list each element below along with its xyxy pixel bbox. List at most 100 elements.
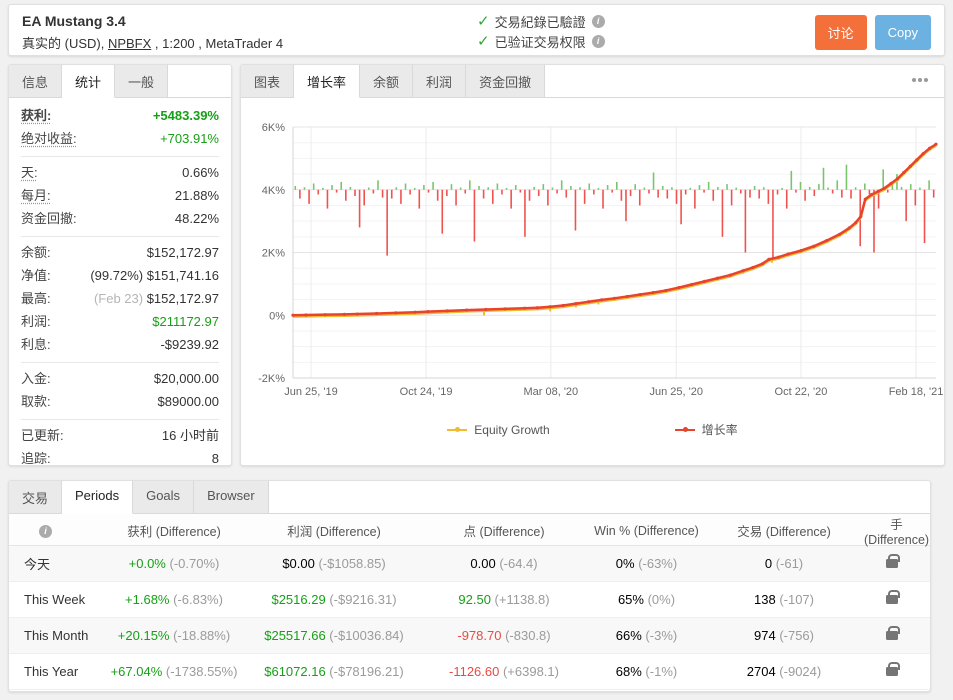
value-cell: -1126.60 (+6398.1) bbox=[419, 664, 589, 679]
growth-line-marker bbox=[877, 190, 880, 193]
stat-label[interactable]: 每月: bbox=[21, 185, 51, 204]
info-icon[interactable]: i bbox=[592, 35, 605, 48]
stat-label[interactable]: 绝对收益: bbox=[21, 128, 77, 147]
stats-tabs: 信息 统计 一般 bbox=[9, 65, 231, 98]
stat-value: -$9239.92 bbox=[160, 337, 219, 352]
cell-value: +67.04% bbox=[111, 664, 163, 679]
cell-difference: (+6398.1) bbox=[499, 664, 559, 679]
table-row: This Week+1.68% (-6.83%)$2516.29 (-$9216… bbox=[9, 582, 930, 618]
stat-label[interactable]: 天: bbox=[21, 162, 38, 181]
legend-item[interactable]: Equity Growth bbox=[447, 421, 549, 438]
cell-value: -978.70 bbox=[457, 628, 501, 643]
legend-swatch-icon bbox=[447, 429, 467, 431]
tab-statistics[interactable]: 统计 bbox=[62, 65, 115, 98]
cell-value: 68% bbox=[616, 664, 642, 679]
stat-label: 最高: bbox=[21, 288, 51, 307]
x-axis-label: Jun 25, '20 bbox=[649, 386, 702, 398]
growth-line-marker bbox=[934, 143, 937, 146]
account-header: EA Mustang 3.4 真实的 (USD), NPBFX , 1:200 … bbox=[8, 4, 945, 56]
tab-drawdown[interactable]: 资金回撤 bbox=[466, 65, 545, 97]
cell-value: +0.0% bbox=[129, 556, 166, 571]
growth-line-marker bbox=[356, 312, 359, 315]
growth-line-marker bbox=[729, 273, 732, 276]
stat-row: 最高:(Feb 23) $152,172.97 bbox=[21, 288, 219, 311]
lock-icon[interactable] bbox=[886, 559, 898, 568]
lock-icon[interactable] bbox=[886, 595, 898, 604]
growth-line-marker bbox=[716, 277, 719, 280]
tab-general[interactable]: 一般 bbox=[115, 65, 168, 97]
stat-row: 获利:+5483.39% bbox=[21, 105, 219, 128]
cell-difference: (+1138.8) bbox=[491, 592, 550, 607]
lock-icon[interactable] bbox=[886, 631, 898, 640]
info-icon[interactable]: i bbox=[39, 525, 52, 538]
tab-browser[interactable]: Browser bbox=[194, 481, 269, 513]
tab-goals[interactable]: Goals bbox=[133, 481, 194, 513]
growth-line-marker bbox=[854, 221, 857, 224]
x-axis-label: Oct 24, '19 bbox=[400, 386, 453, 398]
lock-icon[interactable] bbox=[886, 667, 898, 676]
growth-line-marker bbox=[375, 312, 378, 315]
tab-info[interactable]: 信息 bbox=[9, 65, 62, 97]
stat-label: 利润: bbox=[21, 311, 51, 330]
growth-line-marker bbox=[838, 233, 841, 236]
legend-label: Equity Growth bbox=[474, 423, 549, 437]
tab-profit[interactable]: 利润 bbox=[413, 65, 466, 97]
chart-panel: 图表 增长率 余额 利润 资金回撤 -2K%0%2K%4K%6K%Jun 25,… bbox=[240, 64, 945, 466]
col-pips: 点 (Difference) bbox=[419, 521, 589, 540]
growth-line-marker bbox=[613, 297, 616, 300]
growth-line bbox=[293, 144, 936, 315]
stat-value: 8 bbox=[212, 451, 219, 466]
stat-row: 每月:21.88% bbox=[21, 185, 219, 208]
stats-panel: 信息 统计 一般 获利:+5483.39%绝对收益: +703.91% 天: 0.66… bbox=[8, 64, 232, 466]
growth-line-marker bbox=[922, 152, 925, 155]
chart-tabs: 图表 增长率 余额 利润 资金回撤 bbox=[241, 65, 944, 98]
growth-line-marker bbox=[600, 298, 603, 301]
growth-line-marker bbox=[742, 269, 745, 272]
tab-trades[interactable]: 交易 bbox=[9, 481, 62, 513]
growth-line-marker bbox=[446, 309, 449, 312]
x-axis-label: Jun 25, '19 bbox=[284, 386, 337, 398]
cell-difference: (0%) bbox=[644, 592, 675, 607]
stat-value: $20,000.00 bbox=[154, 371, 219, 386]
cell-difference: (-6.83%) bbox=[169, 592, 222, 607]
growth-line-marker bbox=[787, 252, 790, 255]
cell-value: $0.00 bbox=[282, 556, 315, 571]
stat-label[interactable]: 获利: bbox=[21, 105, 51, 124]
stat-label: 取款: bbox=[21, 391, 51, 410]
stat-value: +703.91% bbox=[160, 131, 219, 146]
cell-value: 0.00 bbox=[470, 556, 495, 571]
stat-row: 资金回撤:48.22% bbox=[21, 208, 219, 231]
stat-value: 0.66% bbox=[182, 165, 219, 180]
value-cell: 0.00 (-64.4) bbox=[419, 556, 589, 571]
value-cell: +0.0% (-0.70%) bbox=[99, 556, 249, 571]
periods-tabs: 交易 Periods Goals Browser bbox=[9, 481, 930, 514]
growth-chart-svg[interactable]: -2K%0%2K%4K%6K%Jun 25, '19Oct 24, '19Mar… bbox=[241, 98, 944, 408]
more-options-icon[interactable] bbox=[912, 78, 916, 82]
tab-periods[interactable]: Periods bbox=[62, 481, 133, 514]
stat-value: $152,172.97 bbox=[147, 245, 219, 260]
cell-value: +1.68% bbox=[125, 592, 169, 607]
x-axis-label: Oct 22, '20 bbox=[775, 386, 828, 398]
stat-label: 余额: bbox=[21, 242, 51, 261]
check-icon: ✓ bbox=[477, 34, 490, 49]
value-cell: -978.70 (-830.8) bbox=[419, 628, 589, 643]
growth-line-marker bbox=[426, 310, 429, 313]
legend-item[interactable]: 增长率 bbox=[675, 421, 738, 438]
table-row: This Year+67.04% (-1738.55%)$61072.16 (-… bbox=[9, 654, 930, 690]
broker-link[interactable]: NPBFX bbox=[108, 36, 151, 51]
value-cell: $2516.29 (-$9216.31) bbox=[249, 592, 419, 607]
discuss-button[interactable]: 讨论 bbox=[815, 15, 867, 50]
growth-line-marker bbox=[883, 187, 886, 190]
copy-button[interactable]: Copy bbox=[875, 15, 931, 50]
info-icon[interactable]: i bbox=[592, 15, 605, 28]
tab-balance[interactable]: 余额 bbox=[360, 65, 413, 97]
tab-growth[interactable]: 增长率 bbox=[294, 65, 360, 98]
cell-difference: (-64.4) bbox=[496, 556, 538, 571]
tab-chart[interactable]: 图表 bbox=[241, 65, 294, 97]
verification-trading-privileges: ✓ 已验证交易权限 i bbox=[477, 31, 605, 51]
cell-value: 92.50 bbox=[458, 592, 491, 607]
growth-line-marker bbox=[825, 239, 828, 242]
cell-value: $61072.16 bbox=[264, 664, 325, 679]
growth-line-marker bbox=[574, 302, 577, 305]
stat-value: 16 小时前 bbox=[162, 425, 219, 444]
